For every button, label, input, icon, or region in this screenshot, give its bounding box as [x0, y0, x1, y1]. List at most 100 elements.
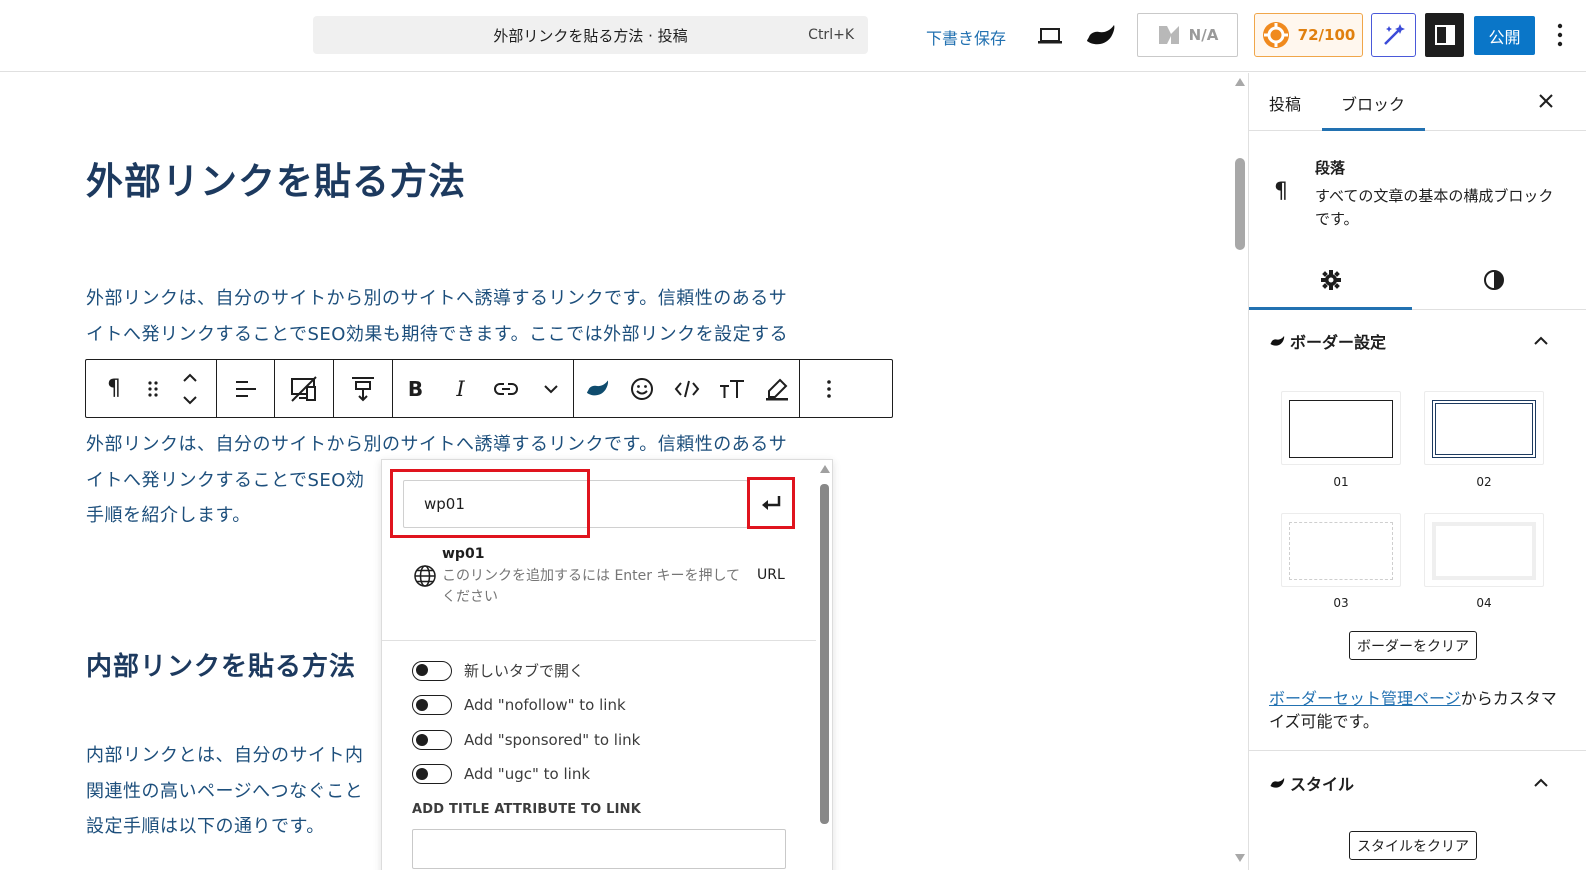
clear-style-button[interactable]: スタイルをクリア — [1349, 831, 1477, 860]
paragraph-line: 外部リンクは、自分のサイトから別のサイトへ誘導するリンクです。信頼性のあるサ — [86, 288, 788, 309]
editor-header: 外部リンクを貼る方法 · 投稿 Ctrl+K 下書き保存 N/A 72/100 … — [0, 0, 1586, 72]
more-formats-icon[interactable] — [528, 360, 573, 417]
border-note: ボーダーセット管理ページからカスタマイズ可能です。 — [1269, 687, 1569, 733]
post-title[interactable]: 外部リンクを貼る方法 — [86, 151, 466, 205]
code-icon[interactable] — [664, 360, 709, 417]
settings-gear-icon[interactable] — [1320, 269, 1342, 291]
title-attribute-input[interactable] — [412, 829, 786, 869]
popover-divider — [382, 640, 816, 641]
border-preset-03[interactable] — [1281, 513, 1401, 587]
border-settings-title: ボーダー設定 — [1290, 333, 1387, 352]
toggle-label: 新しいタブで開く — [464, 662, 585, 680]
border-preview-solid — [1289, 400, 1393, 458]
globe-icon — [413, 564, 437, 588]
drag-handle-icon[interactable] — [142, 360, 164, 417]
toggle-switch[interactable] — [412, 764, 452, 784]
border-preset-01[interactable] — [1281, 391, 1401, 465]
toggle-new-tab[interactable]: 新しいタブで開く — [412, 660, 584, 681]
device-visibility-icon[interactable] — [275, 360, 333, 417]
seo-check-button[interactable]: N/A — [1137, 13, 1238, 57]
swell-format-icon[interactable] — [574, 360, 619, 417]
highlight-icon[interactable] — [754, 360, 799, 417]
block-card: ¶ 段落 すべての文章の基本の構成ブロックです。 — [1249, 131, 1586, 251]
command-palette-button[interactable]: 外部リンクを貼る方法 · 投稿 Ctrl+K — [313, 16, 868, 54]
toolbar-group-options — [800, 360, 858, 417]
border-preview-thick — [1432, 522, 1536, 580]
link-icon[interactable] — [483, 360, 528, 417]
suggestion-description: このリンクを追加するには Enter キーを押してください — [442, 568, 741, 605]
toolbar-group-margin — [334, 360, 393, 417]
enter-icon — [760, 494, 782, 512]
toggle-switch[interactable] — [412, 660, 452, 681]
border-preview-double — [1432, 400, 1536, 458]
toggle-nofollow[interactable]: Add "nofollow" to link — [412, 695, 626, 715]
save-draft-button[interactable]: 下書き保存 — [926, 25, 1006, 49]
paragraph-icon[interactable]: ¶ — [86, 360, 142, 417]
link-submit-button[interactable] — [747, 477, 795, 529]
paragraph-block-3[interactable]: 内部リンクとは、自分のサイト内 関連性の高いページへつなぐこと 設定手順は以下の… — [86, 738, 364, 845]
border-preset-04[interactable] — [1424, 513, 1544, 587]
input-highlight-box — [390, 469, 590, 538]
paragraph-line: イトへ発リンクすることでSEO効果も期待できます。ここでは外部リンクを設定する — [86, 323, 789, 345]
block-toolbar: ¶ B I — [85, 359, 893, 418]
scrollbar-thumb[interactable] — [1235, 158, 1245, 250]
toggle-switch[interactable] — [412, 730, 452, 750]
toggle-label: Add "sponsored" to link — [464, 731, 641, 749]
popover-scrollbar[interactable] — [816, 460, 832, 870]
toolbar-group-align — [217, 360, 275, 417]
border-preset-label: 01 — [1333, 475, 1349, 489]
tab-post[interactable]: 投稿 — [1269, 91, 1301, 115]
ai-wand-icon — [1381, 22, 1407, 48]
score-button[interactable]: 72/100 — [1254, 13, 1363, 57]
border-set-admin-link[interactable]: ボーダーセット管理ページ — [1269, 689, 1461, 708]
more-options-icon[interactable] — [1556, 22, 1564, 48]
settings-sidebar: 投稿 ブロック ¶ 段落 すべての文章の基本の構成ブロックです。 ボーダー設定 … — [1248, 73, 1586, 870]
align-icon[interactable] — [217, 360, 274, 417]
toolbar-group-block: ¶ — [86, 360, 217, 417]
toggle-switch[interactable] — [412, 695, 452, 715]
score-value: 72/100 — [1297, 26, 1356, 44]
desktop-preview-icon[interactable] — [1034, 22, 1066, 50]
italic-icon[interactable]: I — [438, 360, 483, 417]
block-name: 段落 — [1315, 159, 1346, 177]
tab-block[interactable]: ブロック — [1341, 91, 1405, 115]
move-up-down-icon[interactable] — [164, 360, 216, 417]
toolbar-group-format: B I — [393, 360, 574, 417]
link-popover: wp01 このリンクを追加するには Enter キーを押してください URL 新… — [381, 459, 833, 870]
publish-button[interactable]: 公開 — [1474, 16, 1535, 55]
paragraph-line: イトへ発リンクすることでSEO効 — [86, 469, 365, 491]
paragraph-line: 内部リンクとは、自分のサイト内 — [86, 745, 364, 766]
toggle-sponsored[interactable]: Add "sponsored" to link — [412, 730, 640, 750]
link-suggestion[interactable]: wp01 このリンクを追加するには Enter キーを押してください URL — [412, 546, 792, 606]
margin-icon[interactable] — [334, 360, 392, 417]
seo-check-icon — [1157, 24, 1181, 46]
section-divider — [1249, 750, 1586, 751]
swell-logo-icon[interactable] — [1082, 20, 1118, 52]
emoji-icon[interactable] — [619, 360, 664, 417]
toggle-ugc[interactable]: Add "ugc" to link — [412, 764, 590, 784]
border-settings-header[interactable]: ボーダー設定 — [1249, 314, 1586, 368]
sidebar-toggle-button[interactable] — [1425, 13, 1464, 57]
ai-wand-button[interactable] — [1371, 13, 1416, 57]
close-icon[interactable] — [1538, 93, 1554, 109]
sidebar-toggle-icon — [1434, 24, 1456, 46]
border-preview-dashed — [1289, 522, 1393, 580]
toolbar-group-extra — [574, 360, 800, 417]
sidebar-subtabs — [1249, 251, 1586, 310]
bold-icon[interactable]: B — [393, 360, 438, 417]
font-size-icon[interactable] — [709, 360, 754, 417]
popover-scrollbar-thumb[interactable] — [820, 484, 829, 824]
style-section-header[interactable]: スタイル — [1249, 756, 1586, 810]
clear-border-button[interactable]: ボーダーをクリア — [1349, 631, 1477, 660]
paragraph-line: 設定手順は以下の通りです。 — [86, 816, 325, 837]
styles-contrast-icon[interactable] — [1483, 269, 1505, 291]
swell-logo-icon — [1269, 335, 1285, 348]
border-preset-02[interactable] — [1424, 391, 1544, 465]
swell-logo-icon — [1269, 777, 1285, 790]
border-preset-label: 03 — [1333, 596, 1349, 610]
style-section-title: スタイル — [1290, 775, 1355, 794]
editor-scrollbar[interactable] — [1233, 73, 1247, 870]
heading-internal-link[interactable]: 内部リンクを貼る方法 — [86, 646, 356, 683]
paragraph-block-1[interactable]: 外部リンクは、自分のサイトから別のサイトへ誘導するリンクです。信頼性のあるサ イ… — [86, 281, 788, 352]
block-options-icon[interactable] — [800, 360, 858, 417]
